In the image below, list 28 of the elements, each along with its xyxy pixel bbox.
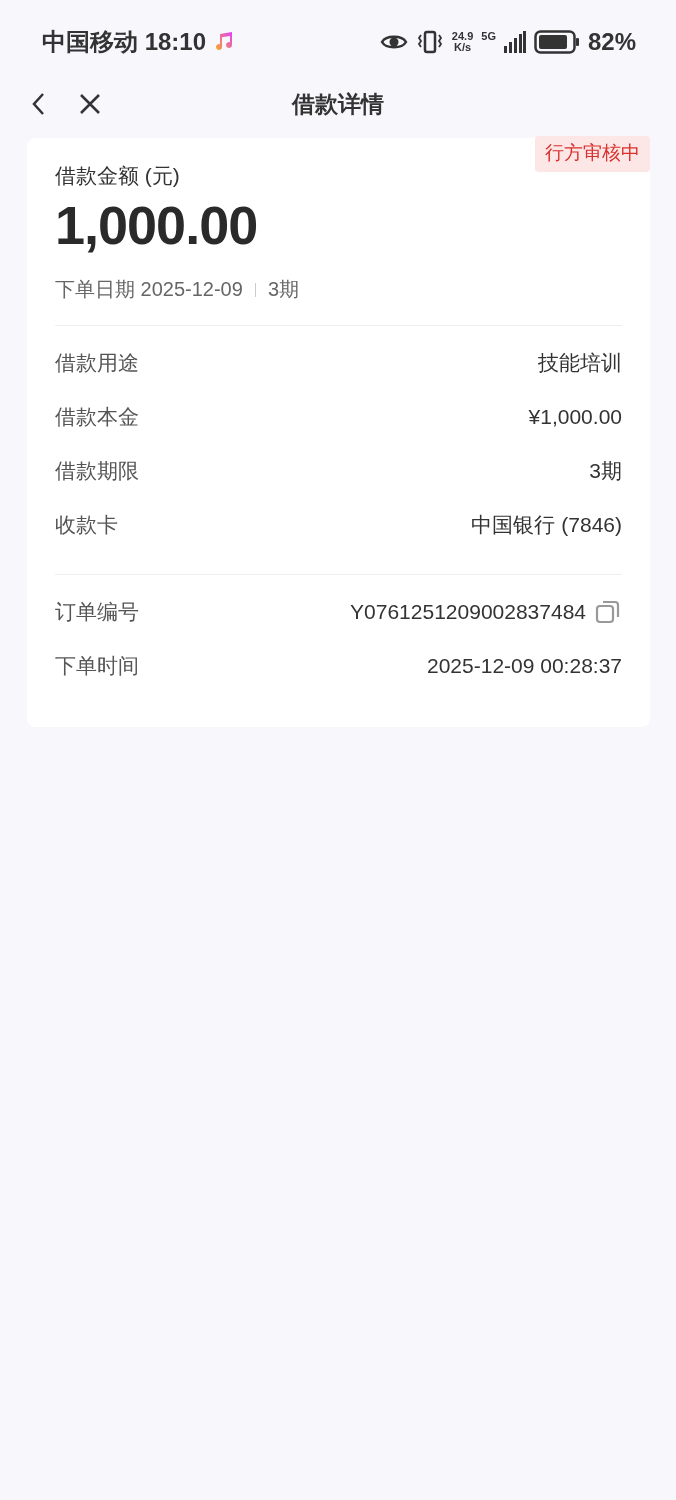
net-speed: 24.9: [451, 31, 474, 42]
row-value: 技能培训: [538, 350, 622, 376]
amount-label: 借款金额 (元): [55, 163, 181, 189]
network-type: 5G: [481, 31, 496, 42]
row-label: 订单编号: [55, 599, 139, 625]
row-label: 下单时间: [55, 653, 139, 679]
signal-icon: [503, 31, 526, 53]
row-value: Y0761251209002837484: [350, 600, 586, 624]
net-unit: K/s: [454, 42, 472, 53]
loan-amount: 1,000.00: [55, 194, 259, 256]
battery-percent: 82%: [587, 28, 636, 56]
battery-icon: [533, 30, 580, 54]
vibrate-icon: [415, 30, 444, 54]
order-date: 下单日期 2025-12-09: [55, 277, 243, 302]
music-note-icon: [214, 31, 235, 53]
status-badge: 行方审核中: [535, 136, 650, 172]
row-value: 中国银行 (7846): [471, 512, 622, 538]
copy-button[interactable]: [594, 598, 622, 626]
page-title: 借款详情: [292, 89, 384, 119]
row-value: 3期: [589, 458, 622, 484]
row-label: 借款期限: [55, 458, 139, 484]
row-value: 2025-12-09 00:28:37: [427, 654, 622, 678]
loan-terms: 3期: [267, 277, 299, 302]
row-label: 借款用途: [55, 350, 139, 376]
row-label: 借款本金: [55, 404, 139, 430]
row-value: ¥1,000.00: [528, 405, 622, 429]
row-label: 收款卡: [55, 512, 118, 538]
carrier-time: 中国移动 18:10: [42, 27, 207, 57]
